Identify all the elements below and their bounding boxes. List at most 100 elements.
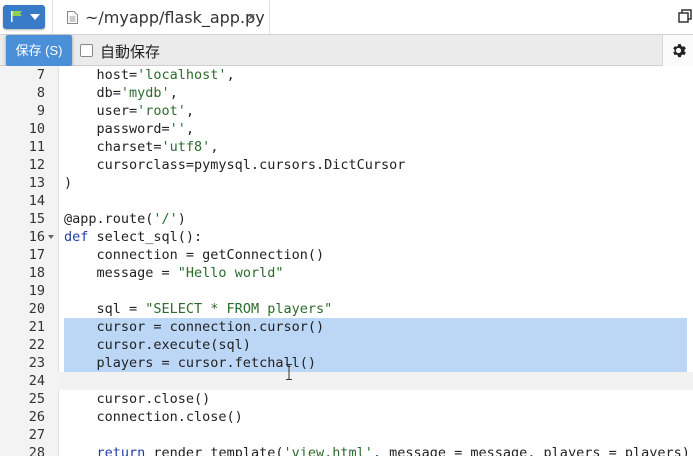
code-text: message = "Hello world" xyxy=(64,264,284,282)
code-token: , message = message, players = players) xyxy=(372,445,690,456)
code-text: cursor.close() xyxy=(64,391,211,407)
code-token: "SELECT * FROM players" xyxy=(145,301,333,317)
code-text: connection = getConnection() xyxy=(64,247,325,263)
code-token: , xyxy=(169,85,178,101)
close-icon[interactable]: × xyxy=(247,9,256,26)
code-token: charset= xyxy=(64,139,162,155)
document-icon xyxy=(67,11,78,24)
code-text: players = cursor.fetchall() xyxy=(64,355,316,371)
code-line[interactable]: 11 charset='utf8', xyxy=(0,138,693,156)
line-number: 23 xyxy=(28,355,45,371)
chevron-down-icon xyxy=(30,14,40,20)
save-button[interactable]: 保存 (S) xyxy=(6,35,72,66)
code-line[interactable]: 13 ) xyxy=(0,174,693,192)
active-line-highlight xyxy=(58,372,693,390)
code-token: 'root' xyxy=(137,103,186,119)
line-number: 10 xyxy=(28,121,45,137)
autosave-checkbox[interactable] xyxy=(80,44,93,57)
code-token: user= xyxy=(64,103,138,119)
line-number: 24 xyxy=(28,373,45,389)
line-number: 20 xyxy=(28,301,45,317)
code-token: 'view.html' xyxy=(283,445,373,456)
code-token: '/' xyxy=(153,211,178,227)
code-line[interactable]: 14 xyxy=(0,192,693,210)
code-line-selected[interactable]: 23 players = cursor.fetchall() xyxy=(0,354,693,372)
line-number: 8 xyxy=(36,85,45,101)
tab-title: ~/myapp/flask_app.py xyxy=(85,8,265,27)
code-line-active[interactable]: 24 xyxy=(0,372,693,390)
line-number: 19 xyxy=(28,283,45,299)
code-text: ) xyxy=(64,175,73,191)
code-token: 'mydb' xyxy=(120,85,170,101)
line-number: 7 xyxy=(36,67,45,83)
line-number: 28 xyxy=(28,445,45,456)
code-line[interactable]: 18 message = "Hello world" xyxy=(0,264,693,282)
code-line[interactable]: 20 sql = "SELECT * FROM players" xyxy=(0,300,693,318)
code-text: password='', xyxy=(64,120,195,138)
text-cursor-icon xyxy=(286,364,292,380)
settings-button[interactable] xyxy=(662,35,693,66)
code-text: connection.close() xyxy=(64,409,243,425)
code-line[interactable]: 17 connection = getConnection() xyxy=(0,246,693,264)
code-line[interactable]: 15 @app.route('/') xyxy=(0,210,693,228)
code-line[interactable]: 9 user='root', xyxy=(0,102,693,120)
code-editor[interactable]: 7 host='localhost', 8 db='mydb', 9 user=… xyxy=(0,66,693,456)
main-menu-button[interactable] xyxy=(3,5,45,29)
fold-arrow-icon[interactable] xyxy=(48,235,54,239)
line-number: 26 xyxy=(28,409,45,425)
code-token: , xyxy=(185,103,195,119)
line-number: 18 xyxy=(28,265,45,281)
code-line-selected[interactable]: 21 cursor = connection.cursor() xyxy=(0,318,693,336)
code-line[interactable]: 7 host='localhost', xyxy=(0,66,693,84)
code-line[interactable]: 8 db='mydb', xyxy=(0,84,693,102)
autosave-label: 自動保存 xyxy=(100,44,161,61)
code-token: 'utf8' xyxy=(161,139,211,155)
toolbar: 保存 (S) 自動保存 xyxy=(0,34,693,66)
code-token: 'localhost' xyxy=(137,67,227,83)
code-text: charset='utf8', xyxy=(64,138,219,156)
code-token: message = xyxy=(64,265,178,281)
line-number: 25 xyxy=(28,391,45,407)
line-number: 17 xyxy=(28,247,45,263)
code-text: @app.route('/') xyxy=(64,210,186,228)
code-token: @app.route( xyxy=(64,211,154,227)
code-line[interactable]: 12 cursorclass=pymysql.cursors.DictCurso… xyxy=(0,156,693,174)
code-text: sql = "SELECT * FROM players" xyxy=(64,300,333,318)
file-tab[interactable]: ~/myapp/flask_app.py × xyxy=(52,0,270,34)
code-text: db='mydb', xyxy=(64,84,178,102)
line-number: 9 xyxy=(36,103,45,119)
code-text: cursor = connection.cursor() xyxy=(64,319,325,335)
line-number: 21 xyxy=(28,319,45,335)
tab-bar: ~/myapp/flask_app.py × xyxy=(0,0,693,34)
code-token: , xyxy=(226,67,235,83)
code-token: password= xyxy=(64,121,170,137)
code-token: return xyxy=(96,445,146,456)
code-line[interactable]: 28 return render_template('view.html', m… xyxy=(0,444,693,456)
code-text: cursor.execute(sql) xyxy=(64,337,251,353)
line-number: 27 xyxy=(28,427,45,443)
line-number: 13 xyxy=(28,175,45,191)
code-line[interactable]: 19 xyxy=(0,282,693,300)
code-text: def select_sql(): xyxy=(64,228,202,246)
line-number: 15 xyxy=(28,211,45,227)
code-line[interactable]: 25 cursor.close() xyxy=(0,390,693,408)
line-number: 22 xyxy=(28,337,45,353)
code-line[interactable]: 26 connection.close() xyxy=(0,408,693,426)
code-line[interactable]: 16 def select_sql(): xyxy=(0,228,693,246)
code-token: host= xyxy=(64,67,138,83)
code-token: ) xyxy=(177,211,186,227)
code-token: '' xyxy=(169,121,186,137)
line-number: 11 xyxy=(28,139,45,155)
line-number: 16 xyxy=(28,229,45,245)
code-token: select_sql(): xyxy=(88,229,203,245)
code-line[interactable]: 27 xyxy=(0,426,693,444)
code-token: , xyxy=(185,121,195,137)
line-number: 12 xyxy=(28,157,45,173)
code-text: user='root', xyxy=(64,102,195,120)
code-line-selected[interactable]: 22 cursor.execute(sql) xyxy=(0,336,693,354)
window-restore-icon[interactable] xyxy=(678,9,692,23)
code-line[interactable]: 10 password='', xyxy=(0,120,693,138)
gear-icon xyxy=(673,44,686,58)
code-token: render_template( xyxy=(145,445,284,456)
